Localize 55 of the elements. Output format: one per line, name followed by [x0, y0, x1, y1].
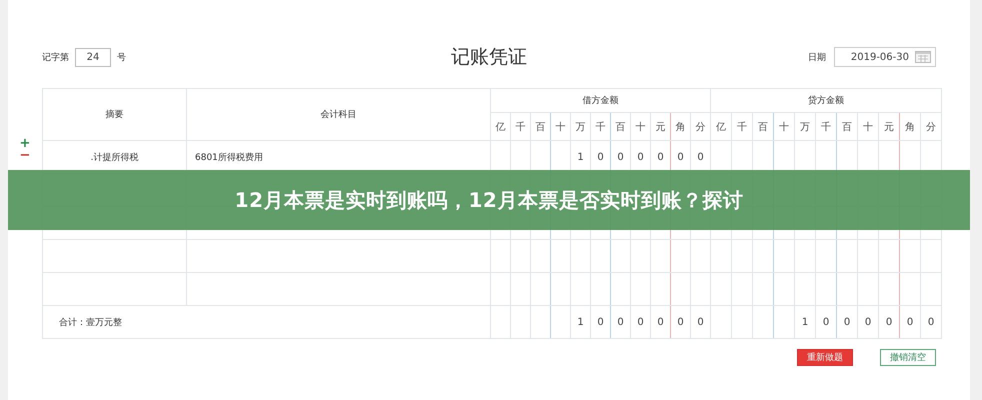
unit-header: 元 [650, 112, 670, 140]
redo-button[interactable]: 重新做题 [797, 349, 853, 366]
remove-row-icon[interactable]: − [20, 150, 30, 162]
unit-header: 亿 [490, 112, 510, 140]
amount-digit: 0 [610, 306, 630, 338]
amount-digit: 0 [816, 306, 837, 338]
amount-digit: 0 [670, 306, 690, 338]
clear-button[interactable]: 撤销清空 [880, 349, 936, 366]
amount-digit: 0 [650, 306, 670, 338]
amount-digit: 0 [858, 306, 879, 338]
amount-digit: 0 [630, 306, 650, 338]
voucher-number-suffix: 号 [117, 52, 126, 64]
unit-header: 分 [920, 112, 942, 140]
amount-digit: 0 [900, 306, 921, 338]
date-field[interactable]: 2019-06-30 [834, 47, 936, 67]
amount-digit: 1 [794, 306, 816, 338]
unit-header: 元 [878, 112, 900, 140]
column-header: 摘要 [42, 88, 186, 140]
unit-header: 十 [858, 112, 879, 140]
amount-digit: 0 [836, 306, 858, 338]
column-header: 借方金额 [490, 88, 711, 112]
unit-header: 十 [630, 112, 650, 140]
unit-header: 角 [670, 112, 690, 140]
banner-title: 12月本票是实时到账吗，12月本票是否实时到账？探讨 [234, 186, 744, 214]
total-label: 合计：壹万元整 [59, 318, 122, 328]
column-header: 会计科目 [186, 88, 490, 140]
unit-header: 千 [510, 112, 530, 140]
amount-digit: 0 [690, 306, 711, 338]
unit-header: 百 [610, 112, 630, 140]
voucher-title: 记账凭证 [451, 45, 527, 70]
unit-header: 万 [794, 112, 816, 140]
unit-header: 亿 [710, 112, 732, 140]
unit-header: 千 [816, 112, 837, 140]
voucher-number-field[interactable]: 24 [75, 48, 111, 66]
unit-header: 百 [752, 112, 774, 140]
account-cell: 6801所得税费用 [195, 152, 263, 162]
unit-header: 百 [530, 112, 550, 140]
calendar-icon[interactable] [915, 51, 931, 63]
amount-digit: 0 [920, 306, 942, 338]
unit-header: 分 [690, 112, 711, 140]
amount-digit: 0 [590, 306, 610, 338]
summary-cell: .计提所得税 [90, 152, 138, 162]
unit-header: 千 [590, 112, 610, 140]
date-label: 日期 [808, 52, 826, 64]
unit-header: 万 [570, 112, 590, 140]
amount-digit: 0 [878, 306, 900, 338]
unit-header: 百 [836, 112, 858, 140]
voucher-number-label: 记字第 [42, 52, 69, 64]
unit-header: 十 [774, 112, 795, 140]
add-row-icon[interactable]: + [20, 138, 30, 150]
unit-header: 角 [900, 112, 921, 140]
amount-digit: 1 [570, 306, 590, 338]
unit-header: 千 [732, 112, 753, 140]
column-header: 贷方金额 [710, 88, 942, 112]
unit-header: 十 [550, 112, 570, 140]
